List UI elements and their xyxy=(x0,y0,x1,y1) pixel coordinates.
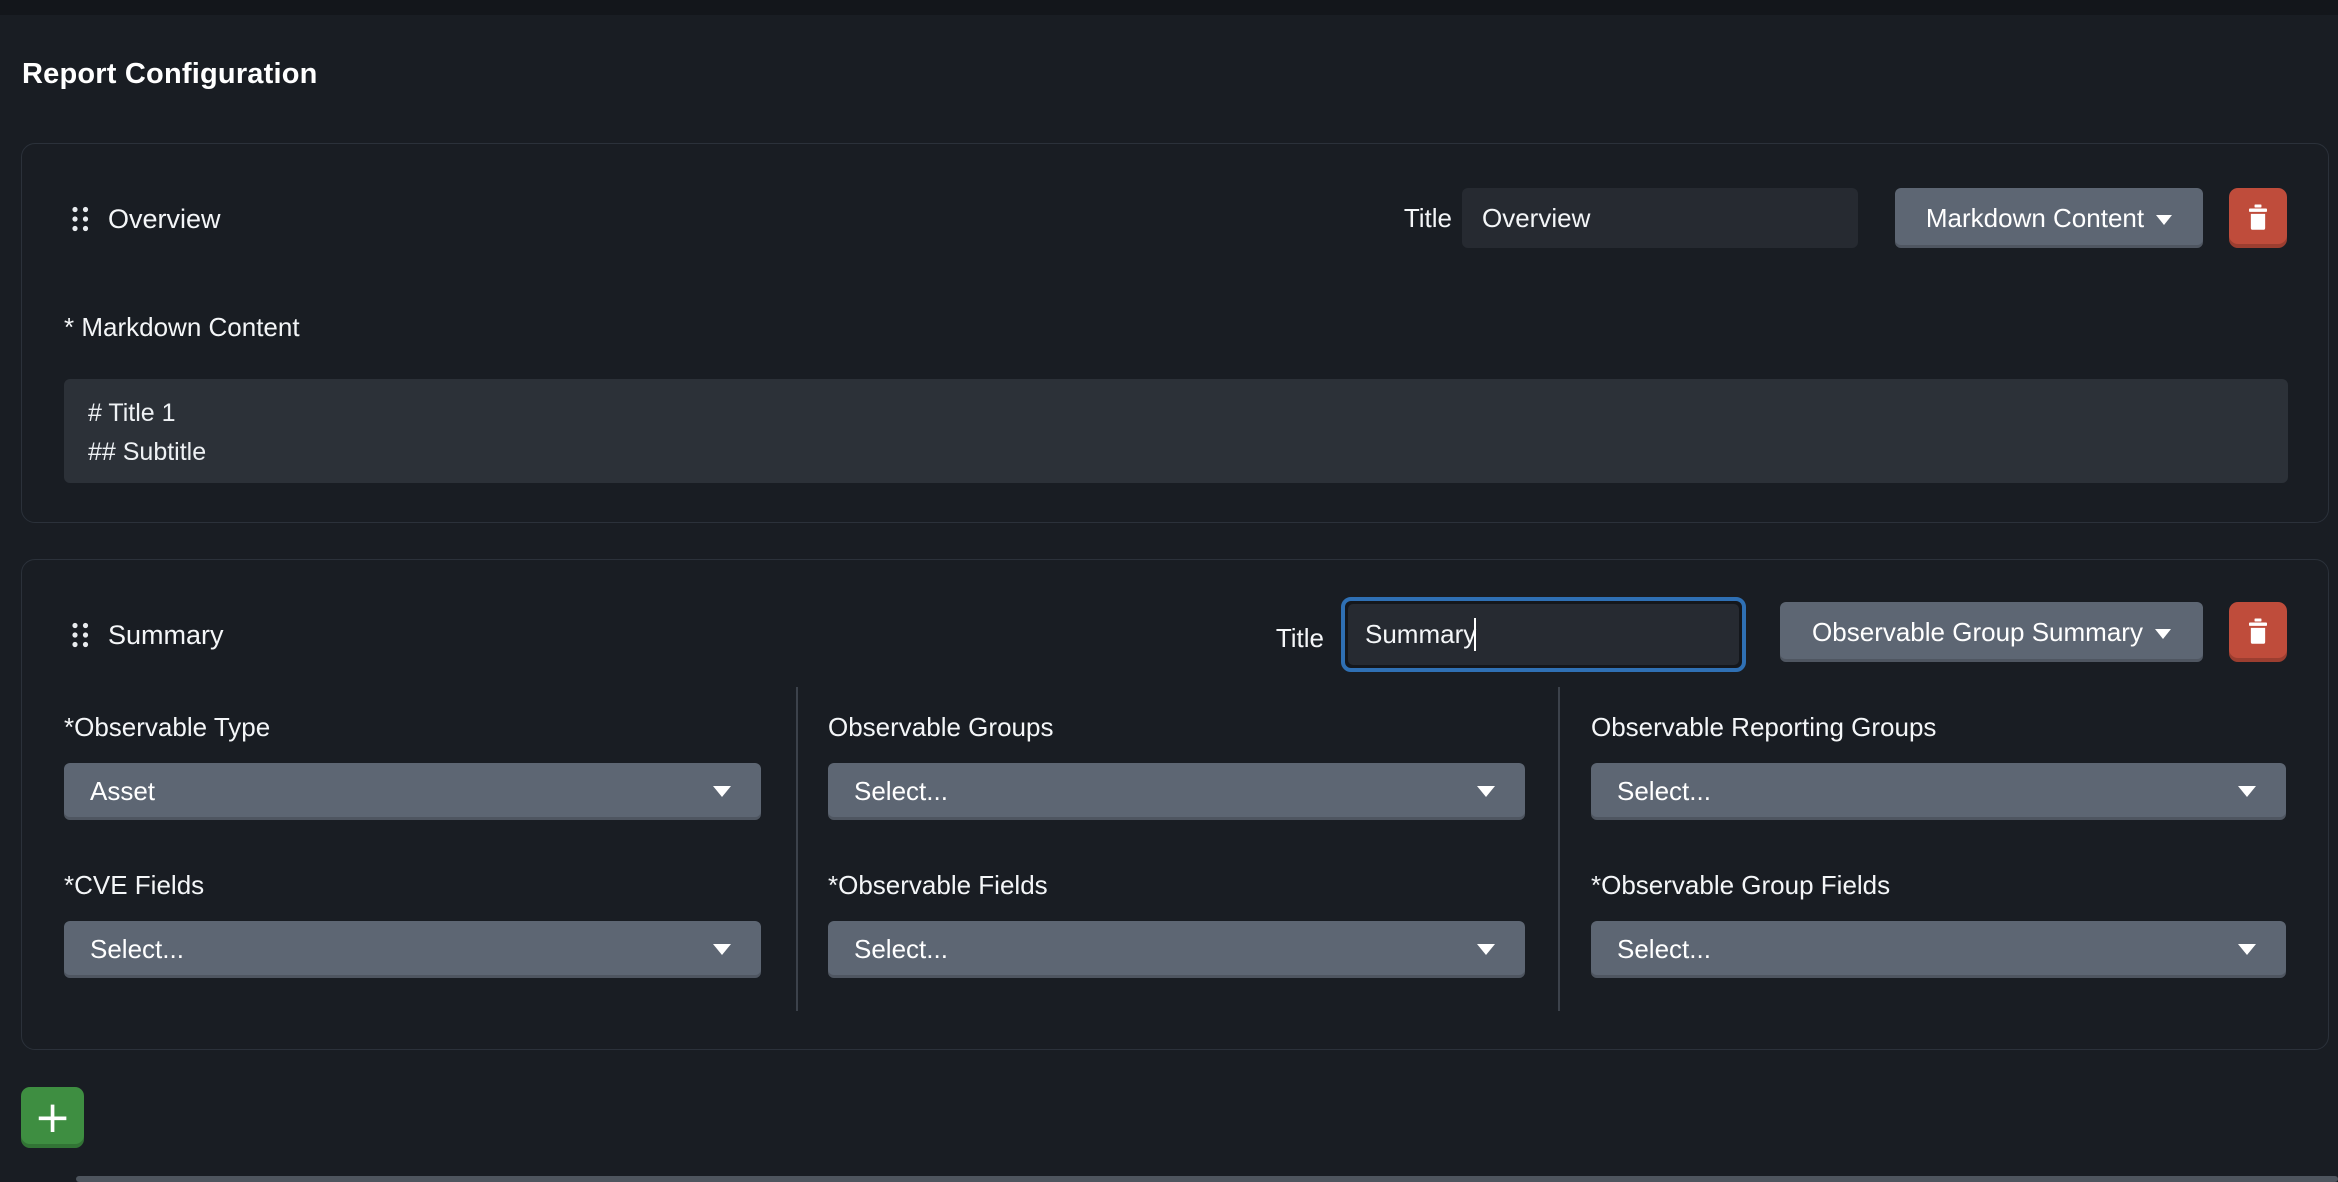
markdown-content-label: * Markdown Content xyxy=(64,312,300,343)
field-label: *Observable Group Fields xyxy=(1591,870,1890,901)
page-title: Report Configuration xyxy=(22,58,318,91)
field-label: *Observable Type xyxy=(64,712,270,743)
column-divider xyxy=(1558,687,1560,1011)
title-label: Title xyxy=(1332,203,1452,234)
section-card-summary: Summary Title Observable Group Summary *… xyxy=(21,559,2329,1050)
markdown-line: ## Subtitle xyxy=(88,433,2264,472)
markdown-line: # Title 1 xyxy=(88,394,2264,433)
field-select-observable-reporting-groups[interactable]: Select... xyxy=(1591,763,2286,820)
field-column: Observable Groups Select... *Observable … xyxy=(828,687,1525,1011)
field-select-observable-fields[interactable]: Select... xyxy=(828,921,1525,978)
trash-icon xyxy=(2244,202,2272,235)
field-label: Observable Reporting Groups xyxy=(1591,712,1936,743)
chevron-down-icon xyxy=(1477,944,1495,955)
section-type-label: Observable Group Summary xyxy=(1812,617,2143,648)
horizontal-scrollbar[interactable] xyxy=(76,1176,2338,1182)
drag-handle-icon[interactable] xyxy=(72,206,89,232)
chevron-down-icon xyxy=(2238,944,2256,955)
chevron-down-icon xyxy=(2156,215,2172,225)
delete-section-button[interactable] xyxy=(2229,188,2287,248)
select-value: Select... xyxy=(1617,776,1711,807)
chevron-down-icon xyxy=(713,786,731,797)
section-name: Overview xyxy=(108,204,221,235)
section-type-label: Markdown Content xyxy=(1926,203,2144,234)
chevron-down-icon xyxy=(2238,786,2256,797)
focused-input-outline xyxy=(1341,597,1746,672)
window-top-edge xyxy=(0,0,2338,15)
add-section-button[interactable]: + xyxy=(21,1087,84,1148)
text-cursor xyxy=(1474,618,1476,651)
field-column: *Observable Type Asset *CVE Fields Selec… xyxy=(64,687,761,1011)
section-title-input[interactable] xyxy=(1348,604,1739,665)
field-select-observable-type[interactable]: Asset xyxy=(64,763,761,820)
chevron-down-icon xyxy=(1477,786,1495,797)
field-select-observable-group-fields[interactable]: Select... xyxy=(1591,921,2286,978)
chevron-down-icon xyxy=(713,944,731,955)
select-value: Select... xyxy=(90,934,184,965)
field-column: Observable Reporting Groups Select... *O… xyxy=(1591,687,2286,1011)
field-label: *CVE Fields xyxy=(64,870,204,901)
markdown-content-input[interactable]: # Title 1 ## Subtitle xyxy=(64,379,2288,483)
delete-section-button[interactable] xyxy=(2229,602,2287,662)
section-type-button[interactable]: Markdown Content xyxy=(1895,188,2203,248)
select-value: Asset xyxy=(90,776,155,807)
select-value: Select... xyxy=(1617,934,1711,965)
field-label: Observable Groups xyxy=(828,712,1053,743)
field-select-cve-fields[interactable]: Select... xyxy=(64,921,761,978)
select-value: Select... xyxy=(854,776,948,807)
select-value: Select... xyxy=(854,934,948,965)
title-label: Title xyxy=(1204,623,1324,654)
section-name: Summary xyxy=(108,620,224,651)
plus-icon: + xyxy=(34,1092,71,1144)
field-label: *Observable Fields xyxy=(828,870,1048,901)
field-select-observable-groups[interactable]: Select... xyxy=(828,763,1525,820)
section-title-input[interactable] xyxy=(1462,188,1858,248)
section-type-button[interactable]: Observable Group Summary xyxy=(1780,602,2203,662)
column-divider xyxy=(796,687,798,1011)
trash-icon xyxy=(2244,616,2272,649)
chevron-down-icon xyxy=(2155,629,2171,639)
drag-handle-icon[interactable] xyxy=(72,622,89,648)
section-card-overview: Overview Title Markdown Content * Markdo… xyxy=(21,143,2329,523)
